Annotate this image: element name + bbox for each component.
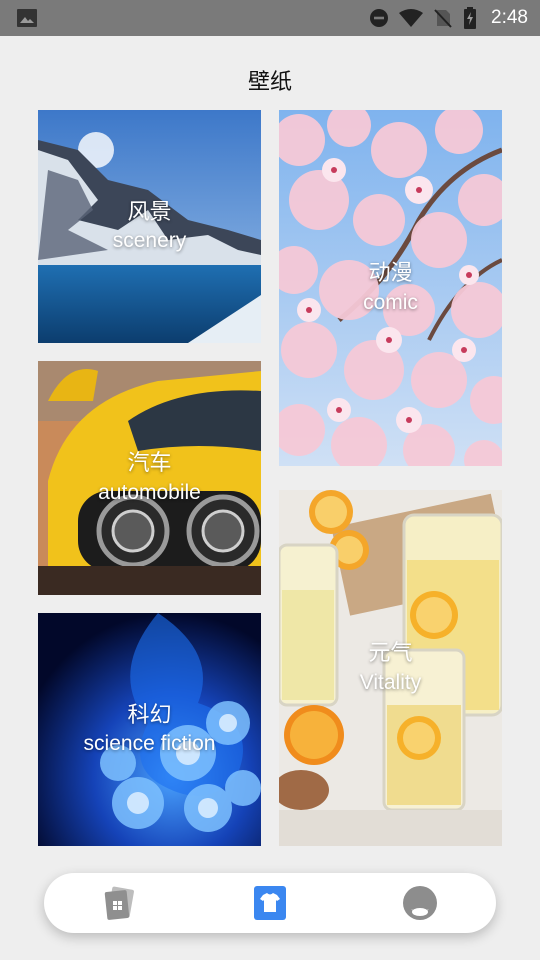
status-bar: 2:48 bbox=[0, 0, 540, 36]
do-not-disturb-icon bbox=[370, 9, 389, 27]
tile-caption: 科幻 science fiction bbox=[38, 702, 261, 758]
wallpaper-cards-icon bbox=[104, 886, 134, 920]
category-label-en: Vitality bbox=[359, 670, 422, 694]
category-tile-scenery[interactable]: 风景 scenery bbox=[38, 110, 261, 343]
category-label-en: comic bbox=[363, 290, 418, 314]
category-tile-comic[interactable]: 动漫 comic bbox=[279, 110, 502, 466]
battery-charging-icon bbox=[464, 7, 477, 29]
profile-icon bbox=[403, 886, 437, 920]
category-tile-science-fiction[interactable]: 科幻 science fiction bbox=[38, 613, 261, 846]
tshirt-icon bbox=[254, 886, 286, 920]
status-icons: 2:48 bbox=[369, 0, 528, 36]
category-label-en: automobile bbox=[98, 480, 201, 504]
bottom-nav bbox=[44, 873, 496, 933]
status-time: 2:48 bbox=[491, 7, 528, 28]
no-sim-icon bbox=[434, 9, 452, 28]
tile-caption: 动漫 comic bbox=[279, 260, 502, 316]
category-label-zh: 科幻 bbox=[127, 702, 172, 728]
category-label-zh: 动漫 bbox=[368, 261, 413, 287]
category-label-zh: 汽车 bbox=[127, 451, 172, 477]
category-label-zh: 风景 bbox=[127, 199, 172, 225]
category-label-en: scenery bbox=[112, 229, 187, 253]
page-title: 壁纸 bbox=[247, 70, 292, 95]
category-label-zh: 元气 bbox=[368, 641, 413, 667]
tile-caption: 汽车 automobile bbox=[38, 450, 261, 506]
category-tile-automobile[interactable]: 汽车 automobile bbox=[38, 361, 261, 595]
category-label-en: science fiction bbox=[83, 732, 216, 756]
nav-wallpaper-button[interactable] bbox=[102, 885, 138, 921]
nav-theme-button[interactable] bbox=[252, 885, 288, 921]
nav-profile-button[interactable] bbox=[402, 885, 438, 921]
tile-caption: 风景 scenery bbox=[38, 199, 261, 255]
category-tile-vitality[interactable]: 元气 Vitality bbox=[279, 490, 502, 846]
gallery-icon bbox=[17, 9, 37, 27]
tile-caption: 元气 Vitality bbox=[279, 640, 502, 696]
wifi-icon bbox=[399, 9, 424, 27]
